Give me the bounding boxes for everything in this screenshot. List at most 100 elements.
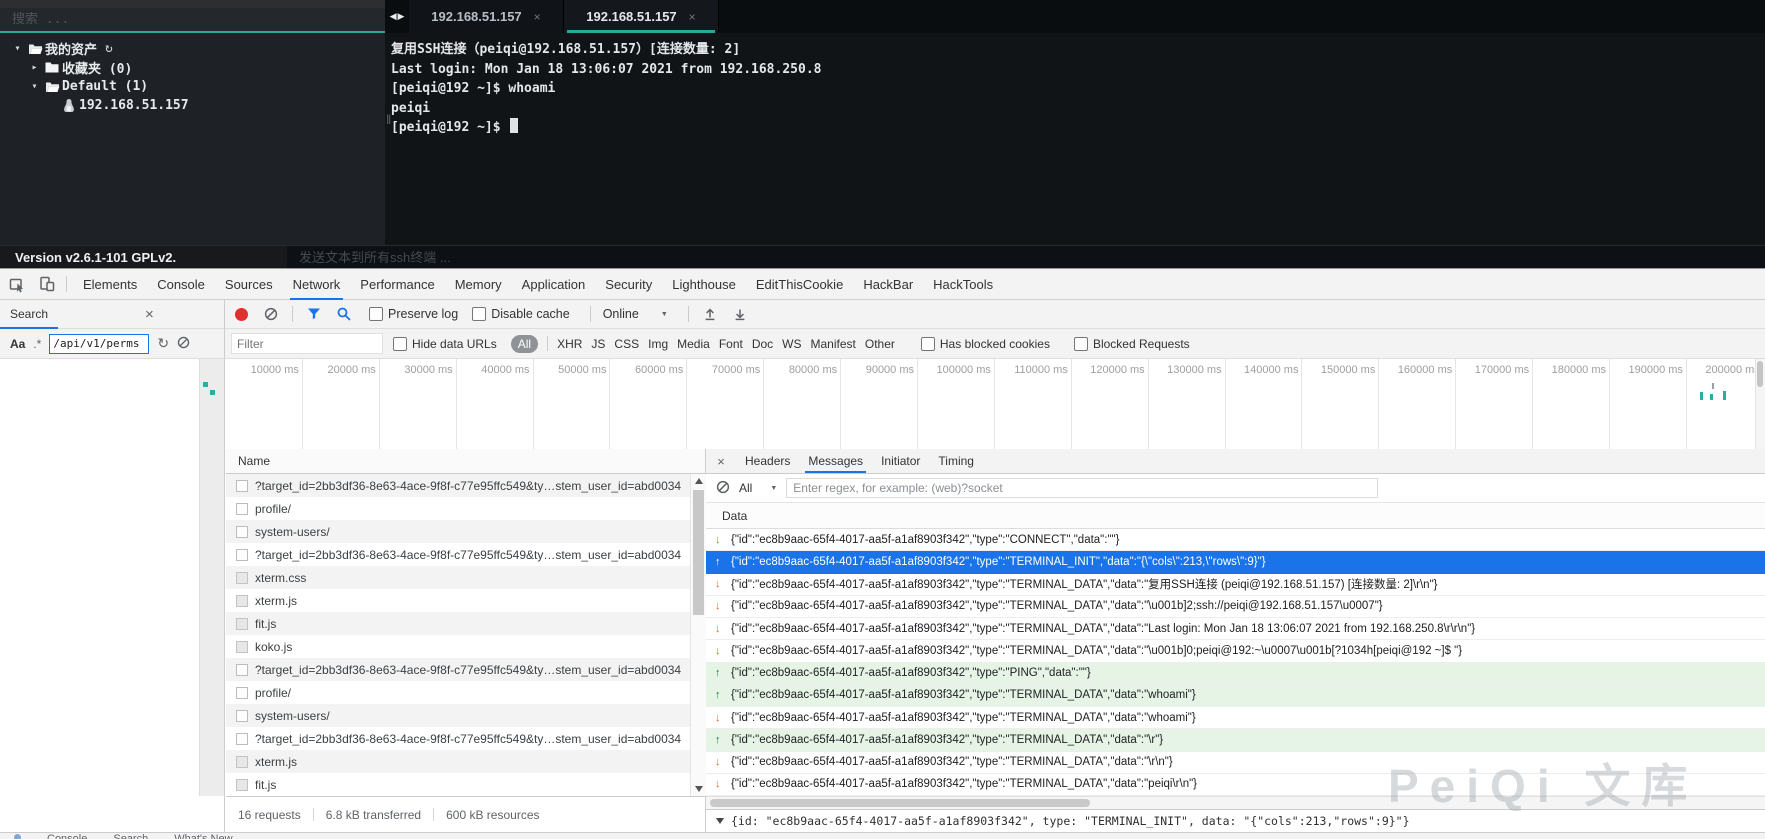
tree-item-0[interactable]: ▸收藏夹 (0) [0,58,385,77]
request-row[interactable]: fit.js [226,612,705,635]
broadcast-input[interactable] [287,250,1765,265]
devtools-tab-hacktools[interactable]: HackTools [923,269,1003,299]
export-har-icon[interactable] [732,306,748,322]
data-column-header[interactable]: Data [706,503,1765,529]
devtools-tab-lighthouse[interactable]: Lighthouse [662,269,746,299]
websocket-frame-row[interactable]: ↓{"id":"ec8b9aac-65f4-4017-aa5f-a1af8903… [706,640,1765,662]
filter-type-css[interactable]: CSS [614,337,639,351]
filter-icon[interactable] [306,306,322,322]
disable-cache-checkbox[interactable]: Disable cache [472,307,570,321]
splitter-grip[interactable]: ‖ [386,112,391,127]
devtools-tab-editthiscookie[interactable]: EditThisCookie [746,269,853,299]
websocket-frame-row[interactable]: ↑{"id":"ec8b9aac-65f4-4017-aa5f-a1af8903… [706,551,1765,573]
websocket-frame-row[interactable]: ↓{"id":"ec8b9aac-65f4-4017-aa5f-a1af8903… [706,596,1765,618]
detail-tab-messages[interactable]: Messages [799,449,872,473]
terminal-tab[interactable]: 192.168.51.157× [409,0,564,33]
checkbox-icon[interactable] [393,337,407,351]
websocket-frame-row[interactable]: ↑{"id":"ec8b9aac-65f4-4017-aa5f-a1af8903… [706,729,1765,751]
terminal-output[interactable]: 复用SSH连接（peiqi@192.168.51.157）[连接数量: 2]La… [385,33,1765,138]
preserve-log-checkbox[interactable]: Preserve log [369,307,458,321]
search-query-input[interactable] [49,334,149,354]
tab-scroll-right-icon[interactable]: ▶ [398,11,405,22]
websocket-frame-row[interactable]: ↑{"id":"ec8b9aac-65f4-4017-aa5f-a1af8903… [706,663,1765,685]
filter-type-media[interactable]: Media [677,337,710,351]
filter-type-all[interactable]: All [511,335,538,353]
devtools-tab-sources[interactable]: Sources [215,269,283,299]
websocket-frame-row[interactable]: ↓{"id":"ec8b9aac-65f4-4017-aa5f-a1af8903… [706,618,1765,640]
regex-button[interactable]: .* [33,337,41,351]
frame-type-dropdown[interactable]: All ▼ [739,481,777,495]
record-button[interactable] [235,308,248,321]
request-row[interactable]: xterm.js [226,589,705,612]
scroll-up-icon[interactable] [695,478,703,484]
terminal-tab[interactable]: 192.168.51.157× [564,0,719,33]
request-row[interactable]: xterm.js [226,750,705,773]
clear-icon[interactable] [263,306,279,322]
tab-scroll-left-icon[interactable]: ◀ [390,11,397,22]
search-scrollbar-gutter[interactable] [199,359,224,796]
websocket-frame-row[interactable]: ↓{"id":"ec8b9aac-65f4-4017-aa5f-a1af8903… [706,529,1765,551]
frame-regex-input[interactable] [786,478,1378,498]
timeline-overview[interactable]: 10000 ms20000 ms30000 ms40000 ms50000 ms… [226,359,1765,449]
devtools-tab-application[interactable]: Application [512,269,596,299]
websocket-frame-row[interactable]: ↓{"id":"ec8b9aac-65f4-4017-aa5f-a1af8903… [706,574,1765,596]
checkbox-icon[interactable] [472,307,486,321]
filter-input[interactable] [231,333,383,354]
import-har-icon[interactable] [702,306,718,322]
devtools-tab-security[interactable]: Security [595,269,662,299]
devtools-tab-hackbar[interactable]: HackBar [853,269,923,299]
tree-item-Default1[interactable]: ▾Default (1) [0,77,385,96]
frames-hscrollbar[interactable] [706,796,1765,809]
filter-type-img[interactable]: Img [648,337,668,351]
scroll-down-icon[interactable] [695,786,703,792]
request-row[interactable]: system-users/ [226,520,705,543]
refresh-icon[interactable]: ↻ [105,41,113,56]
devtools-tab-memory[interactable]: Memory [445,269,512,299]
device-toolbar-icon[interactable] [34,271,60,297]
filter-type-manifest[interactable]: Manifest [811,337,856,351]
expand-triangle-icon[interactable] [716,818,724,824]
filter-type-font[interactable]: Font [719,337,743,351]
request-row[interactable]: ?target_id=2bb3df36-8e63-4ace-9f8f-c77e9… [226,543,705,566]
request-row[interactable]: ?target_id=2bb3df36-8e63-4ace-9f8f-c77e9… [226,658,705,681]
scrollbar-thumb[interactable] [693,490,704,615]
filter-type-ws[interactable]: WS [782,337,801,351]
chevron-down-icon[interactable]: ▾ [10,43,25,54]
devtools-tab-elements[interactable]: Elements [73,269,147,299]
overview-scrollbar[interactable] [1755,359,1765,449]
request-row[interactable]: ?target_id=2bb3df36-8e63-4ace-9f8f-c77e9… [226,474,705,497]
request-list-scrollbar[interactable] [690,474,706,796]
close-detail-icon[interactable]: × [706,454,736,469]
refresh-icon[interactable]: ↻ [157,335,169,352]
websocket-frame-row[interactable]: ↓{"id":"ec8b9aac-65f4-4017-aa5f-a1af8903… [706,774,1765,796]
request-row[interactable]: xterm.css [226,566,705,589]
filter-type-xhr[interactable]: XHR [557,337,582,351]
checkbox-icon[interactable] [369,307,383,321]
detail-tab-initiator[interactable]: Initiator [872,449,929,473]
devtools-tab-network[interactable]: Network [283,269,351,299]
request-row[interactable]: fit.js [226,773,705,796]
request-row[interactable]: koko.js [226,635,705,658]
request-row[interactable]: profile/ [226,497,705,520]
asset-search-input[interactable] [0,12,385,27]
tab-close-icon[interactable]: × [689,10,696,24]
filter-type-other[interactable]: Other [865,337,895,351]
hide-data-urls-checkbox[interactable]: Hide data URLs [393,337,497,351]
clear-frames-icon[interactable] [716,480,730,497]
drawer-tab-console[interactable]: Console [47,833,87,839]
checkbox-icon[interactable] [921,337,935,351]
match-case-button[interactable]: Aa [10,337,25,351]
search-icon[interactable] [336,306,352,322]
blocked-requests-checkbox[interactable]: Blocked Requests [1074,337,1190,351]
has-blocked-cookies-checkbox[interactable]: Has blocked cookies [921,337,1050,351]
tree-item-[interactable]: ▾我的资产↻ [0,39,385,58]
checkbox-icon[interactable] [1074,337,1088,351]
request-row[interactable]: system-users/ [226,704,705,727]
drawer-tab-search[interactable]: Search [113,833,148,839]
search-close-icon[interactable]: × [145,306,154,323]
chevron-right-icon[interactable]: ▸ [27,62,42,73]
request-row[interactable]: profile/ [226,681,705,704]
websocket-frame-row[interactable]: ↑{"id":"ec8b9aac-65f4-4017-aa5f-a1af8903… [706,685,1765,707]
name-column-header[interactable]: Name [226,449,705,474]
tree-item-192.168.51.157[interactable]: 192.168.51.157 [0,96,385,115]
